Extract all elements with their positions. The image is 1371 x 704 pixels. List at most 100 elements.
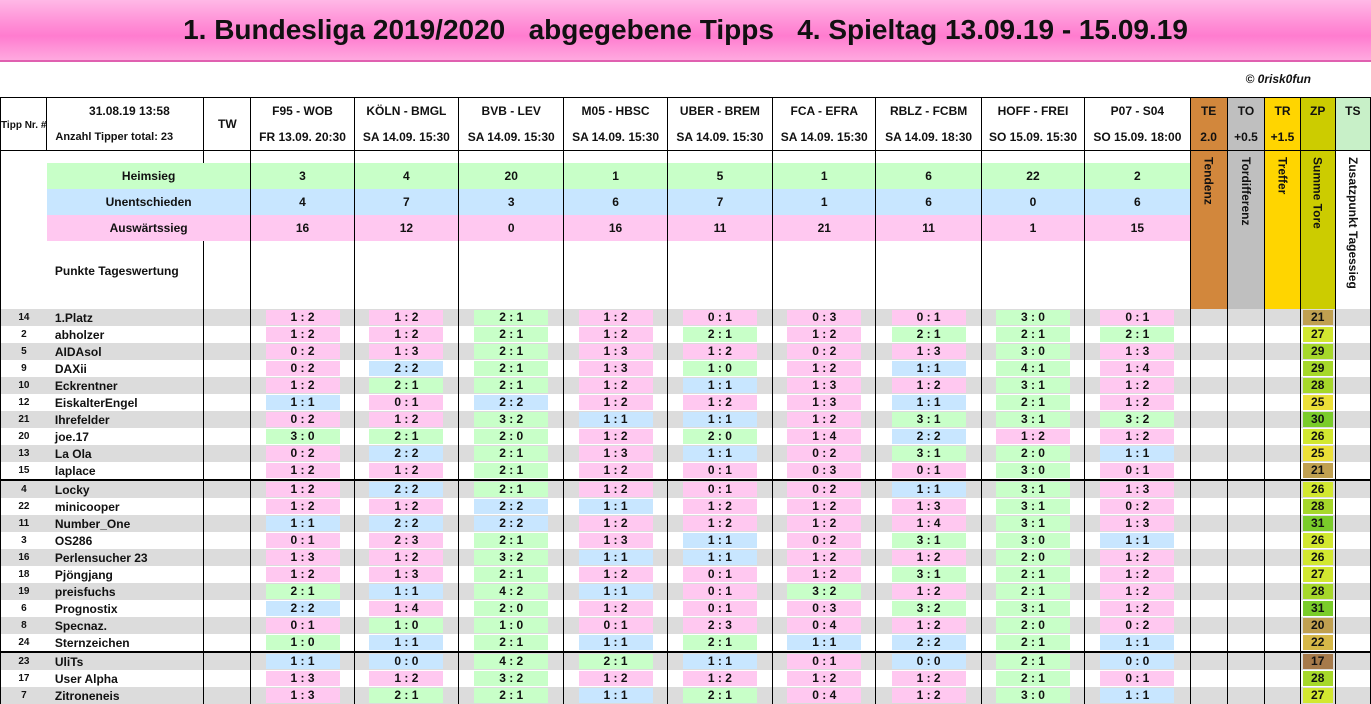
table-row: 8 Specnaz. 0 : 1 1 : 0 1 : 0 0 : 1 2 : 3 0 : 4 1… [0,617,1371,634]
tip-value: 2 : 0 [995,550,1070,565]
tip-cell: 3 : 0 [980,687,1085,704]
tip-value: 1 : 0 [265,635,340,650]
tip-value: 3 : 0 [995,310,1070,325]
tipp-nr: 9 [0,360,47,377]
tip-value: 1 : 2 [578,378,653,393]
tip-value: 1 : 1 [682,412,757,427]
tip-cell: 0 : 3 [772,600,876,617]
extra-cell [1226,326,1265,343]
extra-cell: 27 [1299,566,1336,583]
extra-cell [1189,428,1228,445]
tip-cell: 2 : 1 [458,343,564,360]
tip-cell: 1 : 1 [875,394,982,411]
tip-value: 1 : 1 [787,635,862,650]
tip-cell: 1 : 1 [250,651,355,670]
extra-cell [1226,532,1265,549]
tw-cell [203,326,251,343]
tw-cell [203,445,251,462]
tip-value: 1 : 1 [578,584,653,599]
tip-value: 3 : 1 [891,533,966,548]
player-name: Sternzeichen [54,635,130,650]
tip-cell: 2 : 1 [666,687,773,704]
extra-cell: 22 [1299,634,1336,652]
zp-value: 25 [1302,446,1333,461]
tip-cell: 0 : 0 [875,651,982,670]
tip-value: 1 : 3 [578,446,653,461]
extra-cell: 29 [1299,343,1336,360]
extra-cell: 28 [1299,583,1336,600]
extra-cell [1264,326,1301,343]
tip-value: 1 : 3 [1100,482,1175,497]
tip-value: 1 : 1 [682,378,757,393]
extra-cell [1334,583,1371,600]
tip-value: 2 : 1 [891,327,966,342]
tip-cell: 2 : 2 [250,600,355,617]
tip-cell: 0 : 1 [250,617,355,634]
table-row: 6 Prognostix 2 : 2 1 : 4 2 : 0 1 : 2 0 : 1 0 : … [0,600,1371,617]
tipp-nr: 15 [0,462,47,480]
extra-cell [1226,549,1265,566]
extra-cell [1264,617,1301,634]
tip-value: 1 : 0 [369,618,444,633]
tip-cell: 4 : 2 [458,651,564,670]
extra-cell [1334,411,1371,428]
player-name: DAXii [54,361,87,376]
extra-cell [1264,583,1301,600]
tw-cell [203,479,251,498]
tip-value: 0 : 0 [891,654,966,669]
tip-cell: 1 : 2 [563,515,668,532]
stat-label: Unentschieden [46,189,251,215]
tipp-nr: 13 [0,445,47,462]
extra-cell [1189,498,1228,515]
tw-cell [203,462,251,480]
tip-value: 0 : 2 [1100,499,1175,514]
table-row: 16 Perlensucher 23 1 : 3 1 : 2 3 : 2 1 : 1 1 :… [0,549,1371,566]
stat-value: 15 [1084,215,1191,241]
zp-value: 27 [1302,567,1333,582]
tip-cell: 0 : 1 [666,583,773,600]
tipp-nr: 23 [0,651,47,670]
tip-cell: 1 : 2 [772,498,876,515]
extra-cell [1264,394,1301,411]
tip-value: 3 : 1 [995,378,1070,393]
extra-cell [1226,566,1265,583]
tip-cell: 0 : 1 [666,462,773,480]
player-name: 1.Platz [54,310,93,325]
tip-value: 0 : 2 [787,446,862,461]
tip-cell: 1 : 3 [772,394,876,411]
tip-value: 2 : 2 [474,516,549,531]
tip-value: 1 : 1 [578,550,653,565]
zp-value: 26 [1302,533,1333,548]
tip-cell: 1 : 2 [980,428,1085,445]
stat-value: 11 [875,215,982,241]
extra-cell [1226,583,1265,600]
zp-value: 30 [1302,412,1333,427]
tip-cell: 0 : 1 [666,566,773,583]
extra-cell [1334,532,1371,549]
zp-value: 26 [1302,550,1333,565]
tipper-count: Anzahl Tipper total: 23 [55,131,174,143]
tip-value: 0 : 1 [578,618,653,633]
tip-cell: 3 : 1 [875,445,982,462]
tip-value: 0 : 2 [265,412,340,427]
extra-cell: 17 [1299,651,1336,670]
extra-cell: 26 [1299,479,1336,498]
tip-cell: 2 : 1 [458,377,564,394]
extra-col-header: TS [1334,97,1371,151]
tipp-nr: 12 [0,394,47,411]
tip-value: 2 : 1 [369,378,444,393]
tip-value: 2 : 1 [474,533,549,548]
player-name: laplace [54,463,96,478]
match-date: SO 15.09. 18:00 [1093,130,1182,144]
tip-value: 3 : 1 [891,567,966,582]
tip-cell: 1 : 1 [1084,445,1191,462]
tip-value: 3 : 1 [891,412,966,427]
tip-cell: 1 : 2 [353,326,459,343]
stat-value: 20 [458,163,564,189]
tip-value: 1 : 2 [891,618,966,633]
tip-cell: 1 : 1 [666,549,773,566]
extra-cell [1264,515,1301,532]
tip-value: 2 : 1 [995,671,1070,686]
stat-value: 3 [458,189,564,215]
extra-cell [1334,498,1371,515]
